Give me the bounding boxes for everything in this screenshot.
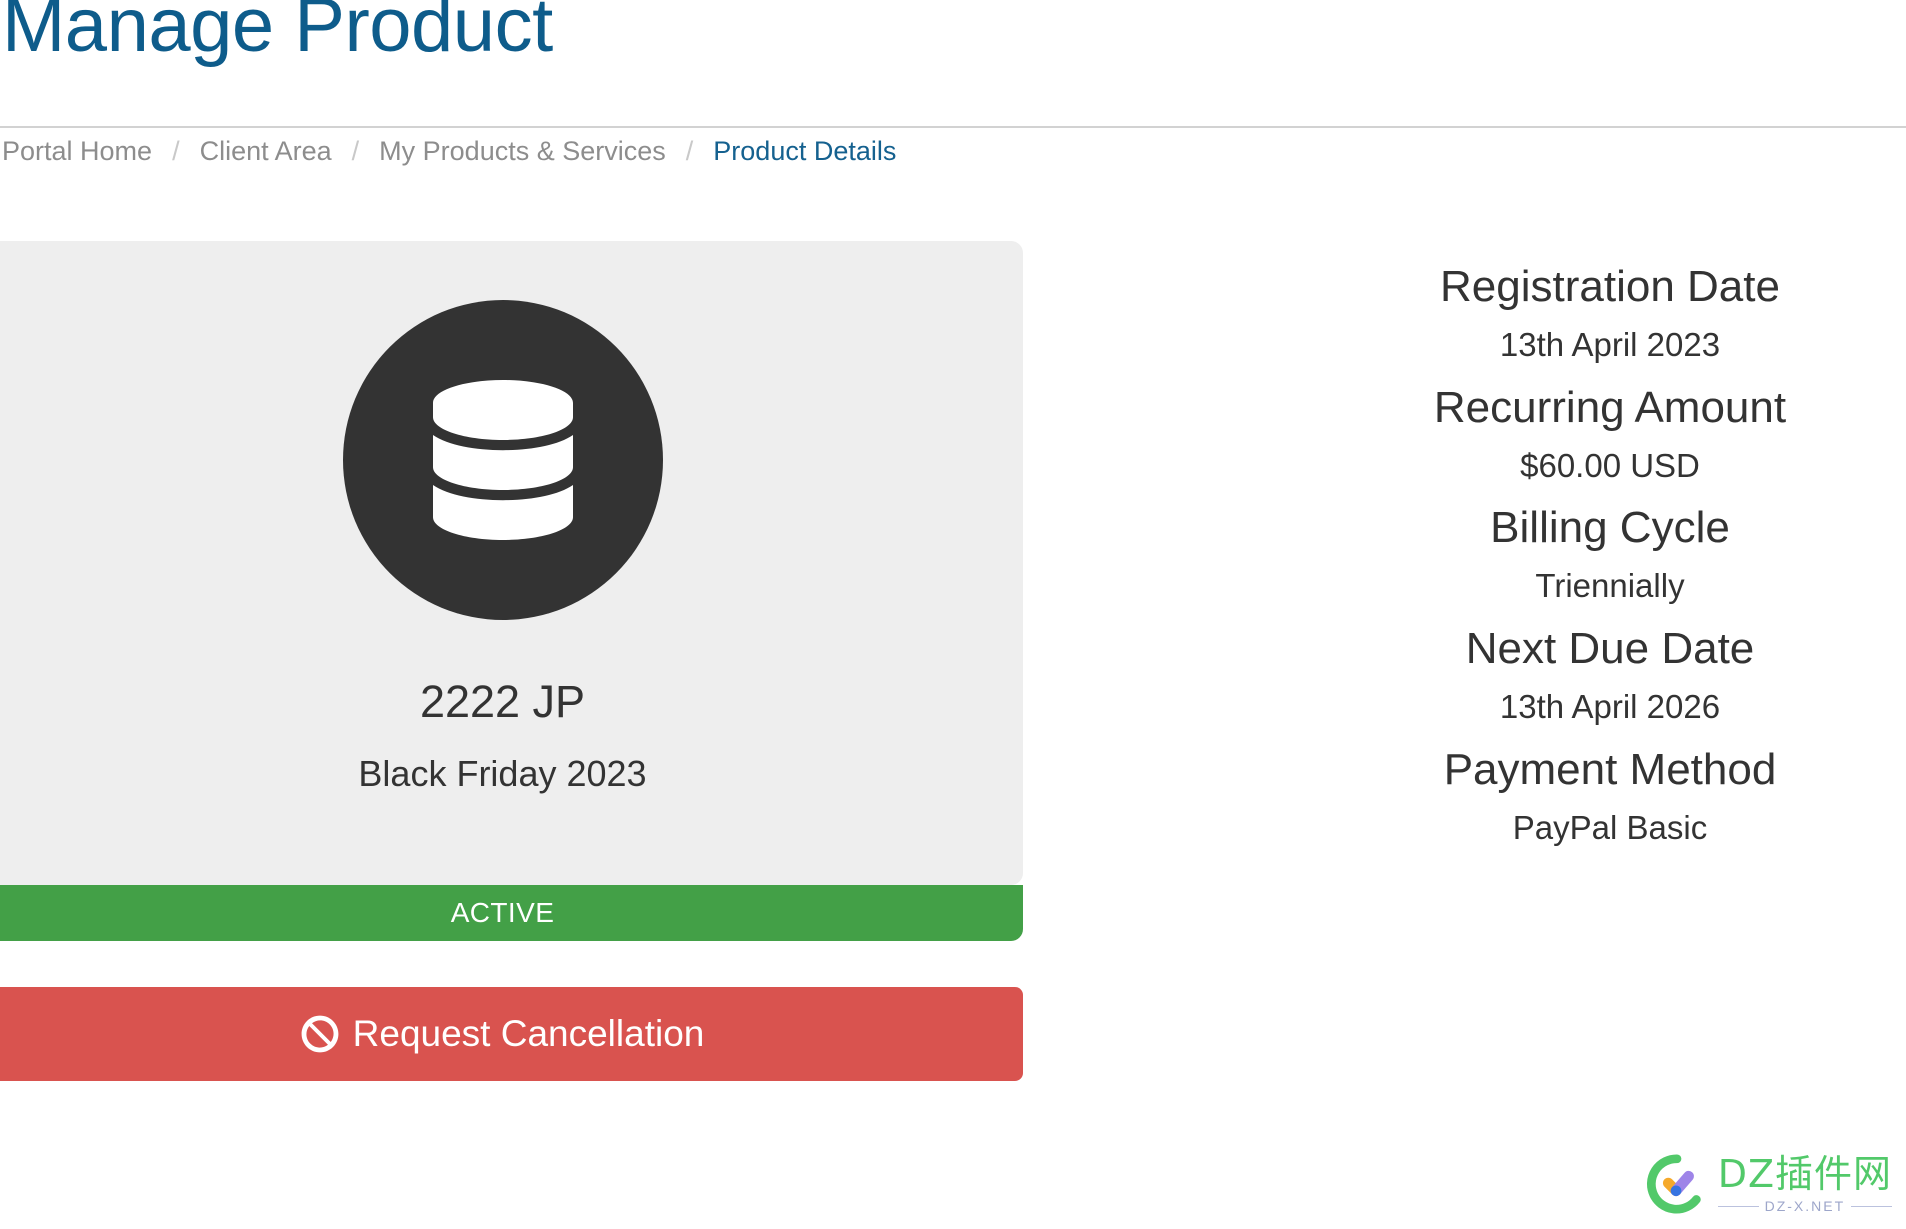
product-card: 2222 JP Black Friday 2023: [0, 241, 1023, 885]
request-cancellation-label: Request Cancellation: [352, 1013, 705, 1054]
watermark-title: DZ插件网: [1717, 1152, 1892, 1196]
dz-logo-icon: [1646, 1153, 1708, 1215]
detail-label-registration-date: Registration Date: [1440, 262, 1780, 311]
request-cancellation-button[interactable]: Request Cancellation: [0, 987, 1023, 1081]
detail-value-billing-cycle: Triennially: [1535, 567, 1685, 605]
detail-label-payment-method: Payment Method: [1443, 744, 1777, 794]
detail-label-recurring-amount: Recurring Amount: [1433, 382, 1787, 432]
detail-value-payment-method: PayPal Basic: [1512, 808, 1708, 846]
breadcrumb-separator: /: [351, 136, 360, 166]
manage-product-page: Manage Product Portal Home / Client Area…: [0, 0, 1906, 1229]
detail-label-next-due-date: Next Due Date: [1465, 623, 1755, 673]
detail-label-billing-cycle: Billing Cycle: [1490, 503, 1730, 553]
product-subtitle: Black Friday 2023: [358, 752, 647, 794]
breadcrumb-item-product-details[interactable]: Product Details: [713, 138, 896, 165]
watermark-text: DZ插件网 DZ-X.NET: [1718, 1155, 1892, 1213]
breadcrumb-separator: /: [685, 136, 694, 166]
page-title: Manage Product: [2, 0, 553, 68]
page-header: Manage Product: [0, 0, 1906, 108]
breadcrumb-item-portal-home[interactable]: Portal Home: [2, 138, 152, 165]
product-details-panel: Registration Date 13th April 2023 Recurr…: [1140, 258, 1906, 861]
ban-icon: [301, 1015, 339, 1053]
breadcrumb-separator: /: [172, 136, 180, 166]
product-name: 2222 JP: [419, 676, 586, 727]
breadcrumb-item-client-area[interactable]: Client Area: [200, 138, 332, 165]
detail-value-next-due-date: 13th April 2026: [1499, 687, 1721, 725]
database-icon: [342, 300, 663, 620]
status-badge: ACTIVE: [0, 885, 1023, 941]
detail-value-registration-date: 13th April 2023: [1499, 326, 1721, 364]
watermark-subtitle: DZ-X.NET: [1718, 1199, 1892, 1213]
breadcrumb: Portal Home / Client Area / My Products …: [2, 138, 896, 165]
watermark: DZ插件网 DZ-X.NET: [1646, 1153, 1892, 1215]
header-divider: [0, 126, 1906, 128]
breadcrumb-item-my-products-services[interactable]: My Products & Services: [379, 138, 666, 165]
product-summary-column: 2222 JP Black Friday 2023 ACTIVE Request…: [0, 241, 1023, 1081]
detail-value-recurring-amount: $60.00 USD: [1520, 446, 1700, 484]
